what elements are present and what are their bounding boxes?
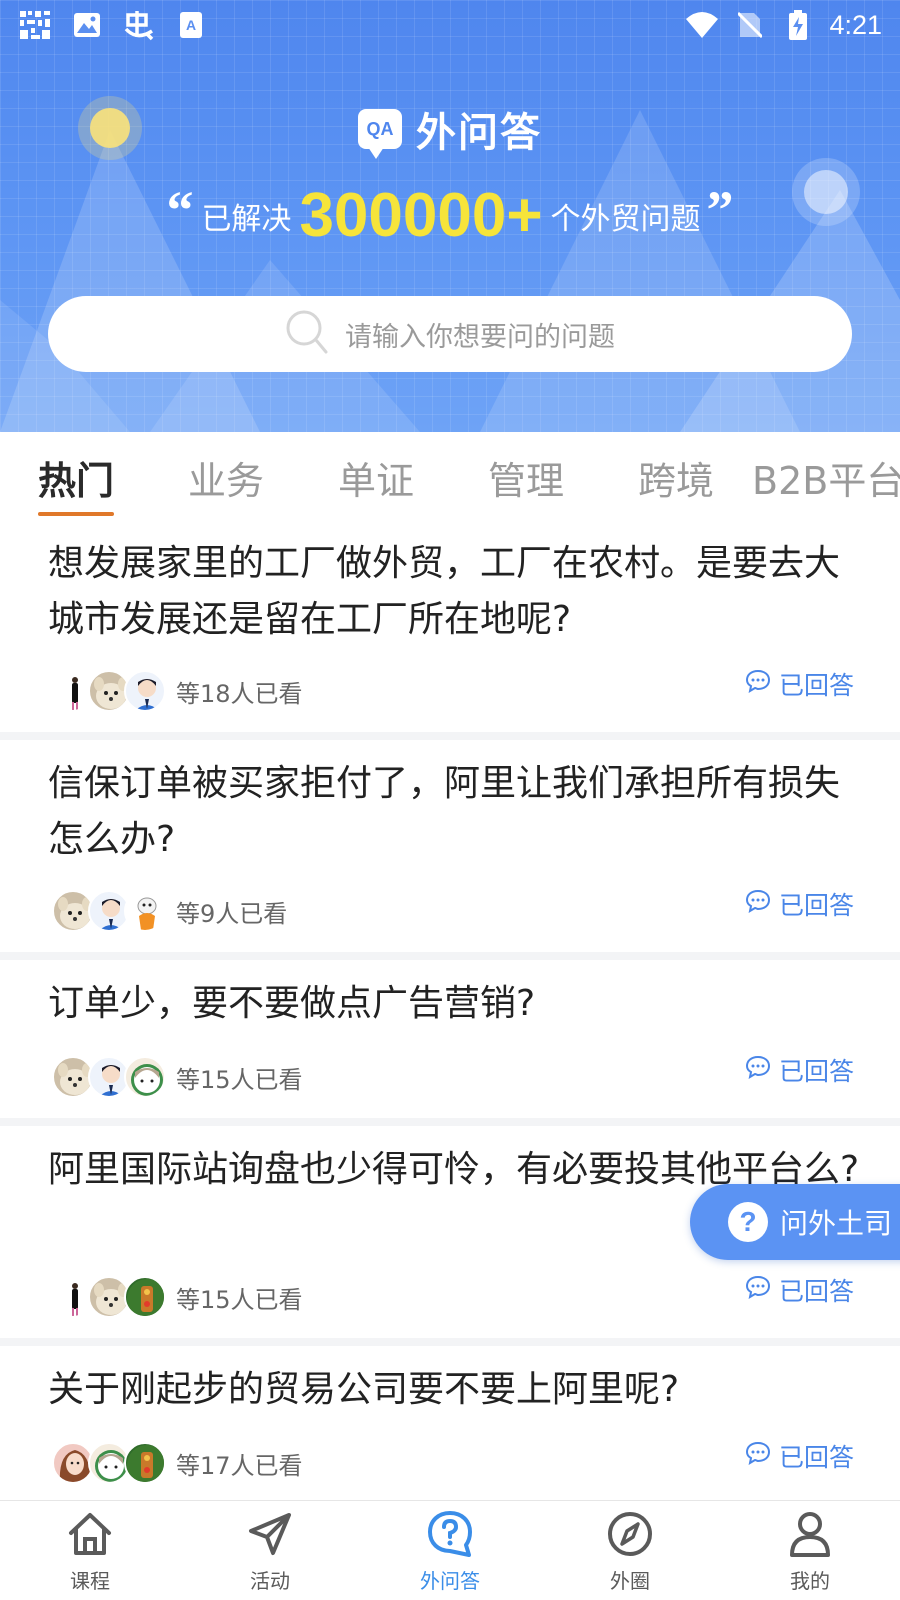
brand-title: 外问答 [416, 110, 542, 156]
no-sim-icon [733, 10, 767, 40]
tab-business[interactable]: 业务 [188, 450, 264, 505]
viewer-avatars [52, 1442, 166, 1484]
comment-icon [745, 1441, 771, 1471]
brand: QA 外问答 [0, 100, 900, 159]
send-icon [245, 1509, 295, 1563]
answered-status[interactable]: 已回答 [745, 886, 854, 922]
question-card[interactable]: 信保订单被买家拒付了，阿里让我们承担所有损失怎么办? 等9人已看 已回答 [0, 740, 900, 952]
cat-cartoon-avatar [124, 890, 166, 932]
viewer-avatars [52, 670, 166, 712]
question-title[interactable]: 信保订单被买家拒付了，阿里让我们承担所有损失怎么办? [48, 756, 860, 868]
nav-item-qa[interactable]: 外问答 [390, 1509, 510, 1594]
compass-icon [605, 1509, 655, 1563]
man-avatar [124, 670, 166, 712]
viewer-avatars [52, 1276, 166, 1318]
question-card[interactable]: 关于刚起步的贸易公司要不要上阿里呢? 等17人已看 已回答 [0, 1346, 900, 1504]
font-app-icon: A [174, 10, 208, 40]
category-tabs: 热门 业务 单证 管理 跨境 B2B平台 [0, 432, 900, 520]
hero-banner: A 4:21 QA 外问答 “ 已解决 300000+ 个外贸问题 ” 请输入你… [0, 0, 900, 432]
viewer-count: 等15人已看 [176, 1065, 303, 1094]
viewer-count: 等17人已看 [176, 1451, 303, 1480]
qr-grid-icon [18, 10, 52, 40]
answered-status[interactable]: 已回答 [745, 1438, 854, 1474]
question-title[interactable]: 订单少，要不要做点广告营销? [48, 976, 860, 1032]
list-divider [0, 732, 900, 740]
ask-question-button[interactable]: ? 问外土司 [690, 1184, 900, 1260]
green-avatar [124, 1276, 166, 1318]
user-icon [785, 1509, 835, 1563]
answered-label: 已回答 [778, 1443, 854, 1472]
tab-management[interactable]: 管理 [488, 450, 564, 505]
quote-close: ” [706, 179, 734, 240]
comment-icon [745, 889, 771, 919]
answered-status[interactable]: 已回答 [745, 1272, 854, 1308]
status-time: 4:21 [829, 9, 882, 40]
tab-hot[interactable]: 热门 [38, 450, 114, 505]
viewer-count: 等18人已看 [176, 679, 303, 708]
nav-item-activities[interactable]: 活动 [210, 1509, 330, 1594]
nav-label: 活动 [250, 1569, 290, 1593]
bottom-navigation: 课程 活动 外问答 外圈 我的 [0, 1500, 900, 1600]
question-meta: 等17人已看 [52, 1442, 303, 1484]
bug-icon [122, 10, 156, 41]
solved-count: 300000+ [299, 181, 543, 250]
home-icon [65, 1509, 115, 1563]
green-avatar [124, 1442, 166, 1484]
question-card[interactable]: 想发展家里的工厂做外贸，工厂在农村。是要去大城市发展还是留在工厂所在地呢? 等1… [0, 520, 900, 732]
nav-label: 外圈 [610, 1569, 650, 1593]
answered-status[interactable]: 已回答 [745, 1052, 854, 1088]
active-tab-indicator [38, 512, 114, 516]
question-icon: ? [728, 1202, 768, 1242]
tab-b2b-platform[interactable]: B2B平台 [752, 450, 900, 505]
question-bubble-icon [425, 1509, 475, 1563]
nav-item-circle[interactable]: 外圈 [570, 1509, 690, 1594]
qa-logo-icon: QA [358, 109, 402, 159]
viewer-avatars [52, 890, 166, 932]
slogan-suffix: 个外贸问题 [550, 201, 701, 237]
nav-item-courses[interactable]: 课程 [30, 1509, 150, 1594]
comment-icon [745, 669, 771, 699]
slogan-prefix: 已解决 [201, 201, 292, 237]
viewer-avatars [52, 1056, 166, 1098]
list-divider [0, 1338, 900, 1346]
viewer-count: 等15人已看 [176, 1285, 303, 1314]
search-bar[interactable]: 请输入你想要问的问题 [48, 296, 852, 372]
slogan: “ 已解决 300000+ 个外贸问题 ” [0, 180, 900, 251]
question-title[interactable]: 想发展家里的工厂做外贸，工厂在农村。是要去大城市发展还是留在工厂所在地呢? [48, 536, 860, 648]
nav-item-profile[interactable]: 我的 [750, 1509, 870, 1594]
wifi-icon [685, 10, 719, 40]
tab-cross-border[interactable]: 跨境 [638, 450, 714, 505]
question-card[interactable]: 订单少，要不要做点广告营销? 等15人已看 已回答 [0, 960, 900, 1118]
search-icon [285, 309, 329, 359]
comment-icon [745, 1275, 771, 1305]
nav-label: 课程 [70, 1569, 110, 1593]
svg-text:A: A [186, 17, 196, 33]
question-meta: 等15人已看 [52, 1056, 303, 1098]
image-icon [70, 10, 104, 40]
list-divider [0, 952, 900, 960]
question-meta: 等18人已看 [52, 670, 303, 712]
battery-charging-icon [781, 10, 815, 40]
search-input[interactable]: 请输入你想要问的问题 [345, 315, 615, 354]
answered-status[interactable]: 已回答 [745, 666, 854, 702]
ask-question-label: 问外土司 [780, 1207, 893, 1240]
question-title[interactable]: 关于刚起步的贸易公司要不要上阿里呢? [48, 1362, 860, 1418]
answered-label: 已回答 [778, 1057, 854, 1086]
question-meta: 等15人已看 [52, 1276, 303, 1318]
viewer-count: 等9人已看 [176, 899, 288, 928]
question-meta: 等9人已看 [52, 890, 287, 932]
list-divider [0, 1118, 900, 1126]
girl-cartoon-avatar [124, 1056, 166, 1098]
comment-icon [745, 1055, 771, 1085]
quote-open: “ [166, 179, 194, 240]
answered-label: 已回答 [778, 891, 854, 920]
nav-label: 我的 [790, 1569, 830, 1593]
status-bar: A 4:21 [0, 0, 900, 50]
answered-label: 已回答 [778, 671, 854, 700]
tab-documents[interactable]: 单证 [338, 450, 414, 505]
answered-label: 已回答 [778, 1277, 854, 1306]
nav-label: 外问答 [420, 1569, 480, 1593]
